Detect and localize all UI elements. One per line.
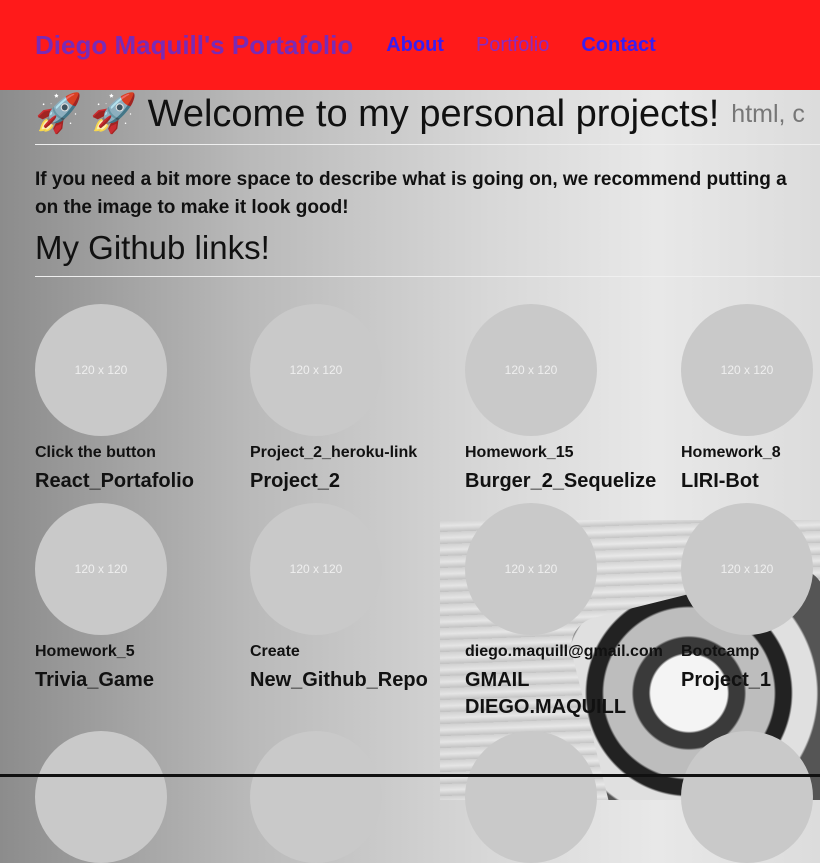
card-caption: Homework_5 bbox=[35, 643, 135, 660]
nav-portfolio-link[interactable]: Portfolio bbox=[476, 34, 549, 57]
card-title[interactable]: Burger_2_Sequelize bbox=[465, 468, 675, 495]
card-title[interactable]: Trivia_Game bbox=[35, 667, 245, 694]
page-subtitle: html, c bbox=[731, 99, 805, 128]
project-card[interactable] bbox=[35, 731, 245, 863]
project-card[interactable]: 120 x 120 Homework_8 LIRI-Bot bbox=[681, 304, 820, 495]
card-caption: Project_2_heroku-link bbox=[250, 444, 418, 461]
project-thumbnail[interactable] bbox=[250, 731, 382, 863]
nav-about-link[interactable]: About bbox=[386, 34, 444, 57]
card-caption: Homework_8 bbox=[681, 444, 781, 461]
card-title[interactable]: Project_1 bbox=[681, 667, 820, 694]
project-thumbnail[interactable]: 120 x 120 bbox=[35, 304, 167, 436]
divider bbox=[35, 276, 820, 277]
project-card[interactable]: 120 x 120 Homework_15 Burger_2_Sequelize bbox=[465, 304, 675, 495]
project-card[interactable]: 120 x 120 diego.maquill@gmail.com GMAIL … bbox=[465, 503, 675, 721]
card-title[interactable]: New_Github_Repo bbox=[250, 667, 460, 694]
project-thumbnail[interactable]: 120 x 120 bbox=[250, 503, 382, 635]
main-content: 🚀 🚀 Welcome to my personal projects! htm… bbox=[35, 90, 820, 863]
card-title[interactable]: React_Portafolio bbox=[35, 468, 245, 495]
card-caption: Click the button bbox=[35, 444, 156, 461]
rocket-icon: 🚀 bbox=[35, 93, 83, 135]
page-title: Welcome to my personal projects! bbox=[147, 92, 720, 135]
card-caption: Homework_15 bbox=[465, 444, 574, 461]
project-thumbnail[interactable]: 120 x 120 bbox=[35, 503, 167, 635]
project-card[interactable] bbox=[250, 731, 460, 863]
project-thumbnail[interactable]: 120 x 120 bbox=[250, 304, 382, 436]
card-caption: Create bbox=[250, 643, 300, 660]
page-header: 🚀 🚀 Welcome to my personal projects! htm… bbox=[35, 90, 820, 138]
section-title: My Github links! bbox=[35, 229, 270, 266]
project-thumbnail[interactable]: 120 x 120 bbox=[681, 304, 813, 436]
project-thumbnail[interactable]: 120 x 120 bbox=[681, 503, 813, 635]
project-thumbnail[interactable] bbox=[35, 731, 167, 863]
project-thumbnail[interactable]: 120 x 120 bbox=[465, 304, 597, 436]
intro-line: If you need a bit more space to describe… bbox=[35, 169, 787, 190]
card-title[interactable]: GMAIL DIEGO.MAQUILL bbox=[465, 667, 675, 721]
project-thumbnail[interactable] bbox=[681, 731, 813, 863]
brand-link[interactable]: Diego Maquill's Portafolio bbox=[35, 30, 353, 61]
project-card[interactable]: 120 x 120 Click the button React_Portafo… bbox=[35, 304, 245, 495]
project-card[interactable] bbox=[681, 731, 820, 863]
project-thumbnail[interactable] bbox=[465, 731, 597, 863]
project-card[interactable]: 120 x 120 Project_2_heroku-link Project_… bbox=[250, 304, 460, 495]
card-caption: Bootcamp bbox=[681, 643, 760, 660]
nav-links: About Portfolio Contact bbox=[386, 34, 688, 57]
intro-text: If you need a bit more space to describe… bbox=[35, 166, 820, 222]
project-card[interactable]: 120 x 120 Bootcamp Project_1 bbox=[681, 503, 820, 694]
nav-contact-link[interactable]: Contact bbox=[581, 34, 655, 57]
card-title[interactable]: Project_2 bbox=[250, 468, 460, 495]
rocket-icon: 🚀 bbox=[90, 93, 138, 135]
card-title[interactable]: LIRI-Bot bbox=[681, 468, 820, 495]
navbar: Diego Maquill's Portafolio About Portfol… bbox=[0, 0, 820, 90]
divider bbox=[35, 144, 820, 145]
intro-line: on the image to make it look good! bbox=[35, 197, 349, 218]
project-thumbnail[interactable]: 120 x 120 bbox=[465, 503, 597, 635]
project-card[interactable]: 120 x 120 Homework_5 Trivia_Game bbox=[35, 503, 245, 694]
project-card[interactable] bbox=[465, 731, 675, 863]
project-card[interactable]: 120 x 120 Create New_Github_Repo bbox=[250, 503, 460, 694]
card-caption: diego.maquill@gmail.com bbox=[465, 643, 663, 660]
